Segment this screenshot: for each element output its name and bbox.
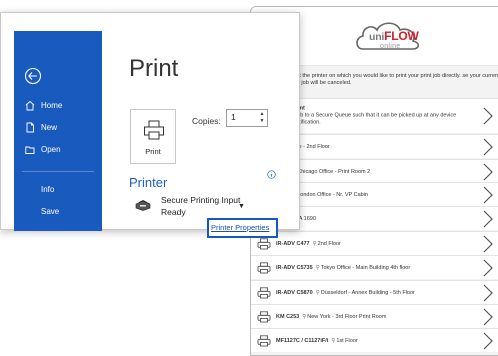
printer-model: iR-ADV C5735 xyxy=(276,264,313,271)
printer-list-item[interactable]: iR-ADV C5735 ⚲Tokyo Office - Main Buildin… xyxy=(251,255,498,279)
printer-list-item[interactable]: iR-ADV C477 ⚲2nd Floor xyxy=(251,231,498,255)
new-document-icon xyxy=(26,122,34,133)
printer-list-item[interactable]: MF1127C / C1127iF/i ⚲1st Floor xyxy=(251,328,498,352)
folder-icon xyxy=(25,146,35,154)
printer-model: iR-ADV C5870 xyxy=(276,289,313,296)
printer-icon xyxy=(257,334,271,346)
chevron-right-icon xyxy=(483,259,493,276)
chevron-right-icon xyxy=(483,235,493,252)
backstage-nav: Home New Open Info Save xyxy=(14,31,102,231)
printer-name: Secure Printing Input xyxy=(161,195,241,205)
printer-location: London Office - Nr. VP Cabin xyxy=(297,191,368,198)
print-button[interactable]: Print xyxy=(130,109,176,164)
word-print-backstage: Home New Open Info Save Print Print Copi… xyxy=(0,12,300,238)
printer-list-item[interactable]: KM C253 ⚲New York - 3rd Floor Print Room xyxy=(251,304,498,328)
nav-item-info[interactable]: Info xyxy=(14,181,102,199)
nav-item-new[interactable]: New xyxy=(14,119,102,137)
printer-heading: Printer xyxy=(129,175,168,190)
printer-device-icon xyxy=(135,200,151,211)
back-arrow-icon[interactable] xyxy=(24,67,42,85)
info-icon[interactable] xyxy=(267,170,276,179)
printer-icon xyxy=(257,261,271,273)
location-pin-icon: ⚲ xyxy=(331,337,336,344)
chevron-right-icon xyxy=(483,308,493,325)
page-title: Print xyxy=(129,55,179,82)
uniflow-subtitle: online xyxy=(380,43,401,50)
location-pin-icon: ⚲ xyxy=(312,240,317,247)
printer-location: Düsseldorf - Annex Building - 5th Floor xyxy=(320,289,415,296)
uniflow-brand: uniFLOW xyxy=(369,29,419,43)
chevron-right-icon xyxy=(483,210,493,227)
uniflow-instructions: elect the printer on which you would lik… xyxy=(289,73,498,86)
location-pin-icon: ⚲ xyxy=(302,313,307,320)
printer-location: New York - 3rd Floor Print Room xyxy=(307,313,387,320)
printer-list-item[interactable]: iR-ADV C5870 ⚲Düsseldorf - Annex Building… xyxy=(251,280,498,304)
home-icon xyxy=(25,100,35,111)
chevron-right-icon xyxy=(483,138,493,155)
printer-model: KM C253 xyxy=(276,313,300,320)
chevron-right-icon xyxy=(483,186,493,203)
printer-model: iR-ADV C477 xyxy=(276,240,310,247)
printer-icon xyxy=(257,286,271,298)
printer-location: IA 1690 xyxy=(297,215,316,222)
chevron-down-icon: ▼ xyxy=(238,203,245,210)
printer-icon xyxy=(257,237,271,249)
nav-separator xyxy=(22,171,94,172)
printer-model: MF1127C / C1127iF/i xyxy=(276,337,329,344)
location-pin-icon: ⚲ xyxy=(315,289,320,296)
copies-label: Copies: xyxy=(192,116,221,126)
chevron-right-icon xyxy=(483,284,493,301)
printer-location: Tokyo Office - Main Building 4th floor xyxy=(320,264,411,271)
uniflow-logo: uniFLOW online xyxy=(353,19,423,53)
chevron-right-icon xyxy=(483,107,493,125)
spin-arrows-icon[interactable]: ▲ ▼ xyxy=(259,111,265,125)
nav-item-save[interactable]: Save xyxy=(14,203,102,221)
printer-location: 2nd Floor xyxy=(317,240,341,247)
printer-dropdown[interactable]: Secure Printing Input Ready ▼ xyxy=(130,193,251,219)
printer-properties-highlight: Printer Properties xyxy=(207,218,278,238)
chevron-right-icon xyxy=(483,163,493,180)
printer-location: 1st Floor xyxy=(336,337,358,344)
printer-properties-link[interactable]: Printer Properties xyxy=(211,223,269,232)
copies-stepper[interactable]: 1 ▲ ▼ xyxy=(226,109,268,127)
nav-item-home[interactable]: Home xyxy=(14,97,102,115)
chevron-right-icon xyxy=(483,332,493,349)
printer-icon xyxy=(257,310,271,322)
printer-location: Chicago Office - Print Room 2 xyxy=(297,168,371,175)
copies-value: 1 xyxy=(231,112,236,122)
secure-option-description: job to a Secure Queue such that it can b… xyxy=(296,112,457,126)
printer-icon xyxy=(144,120,164,140)
printer-status: Ready xyxy=(161,207,186,217)
location-pin-icon: ⚲ xyxy=(315,264,320,271)
nav-item-open[interactable]: Open xyxy=(14,141,102,159)
